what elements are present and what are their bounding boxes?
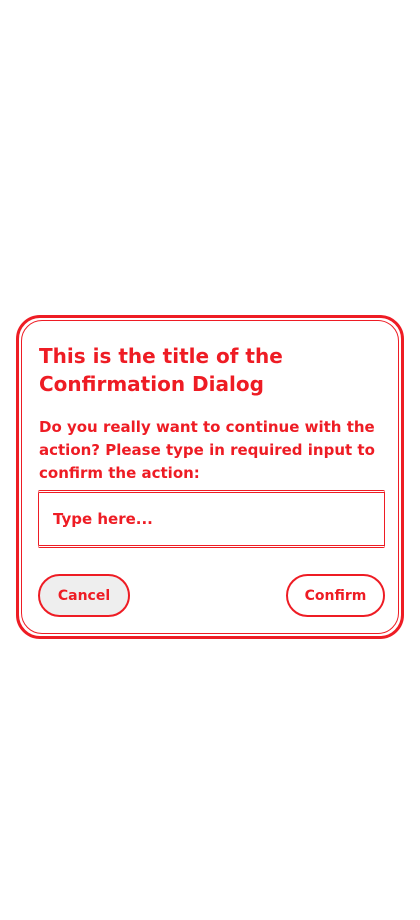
cancel-button[interactable]: Cancel (38, 574, 130, 617)
confirm-input[interactable] (39, 493, 384, 545)
dialog-message: Do you really want to continue with the … (39, 418, 375, 482)
confirm-button[interactable]: Confirm (286, 574, 385, 617)
confirmation-dialog: This is the title of the Confirmation Di… (16, 315, 404, 639)
confirm-input-container (38, 490, 385, 548)
dialog-title: This is the title of the Confirmation Di… (39, 344, 283, 396)
